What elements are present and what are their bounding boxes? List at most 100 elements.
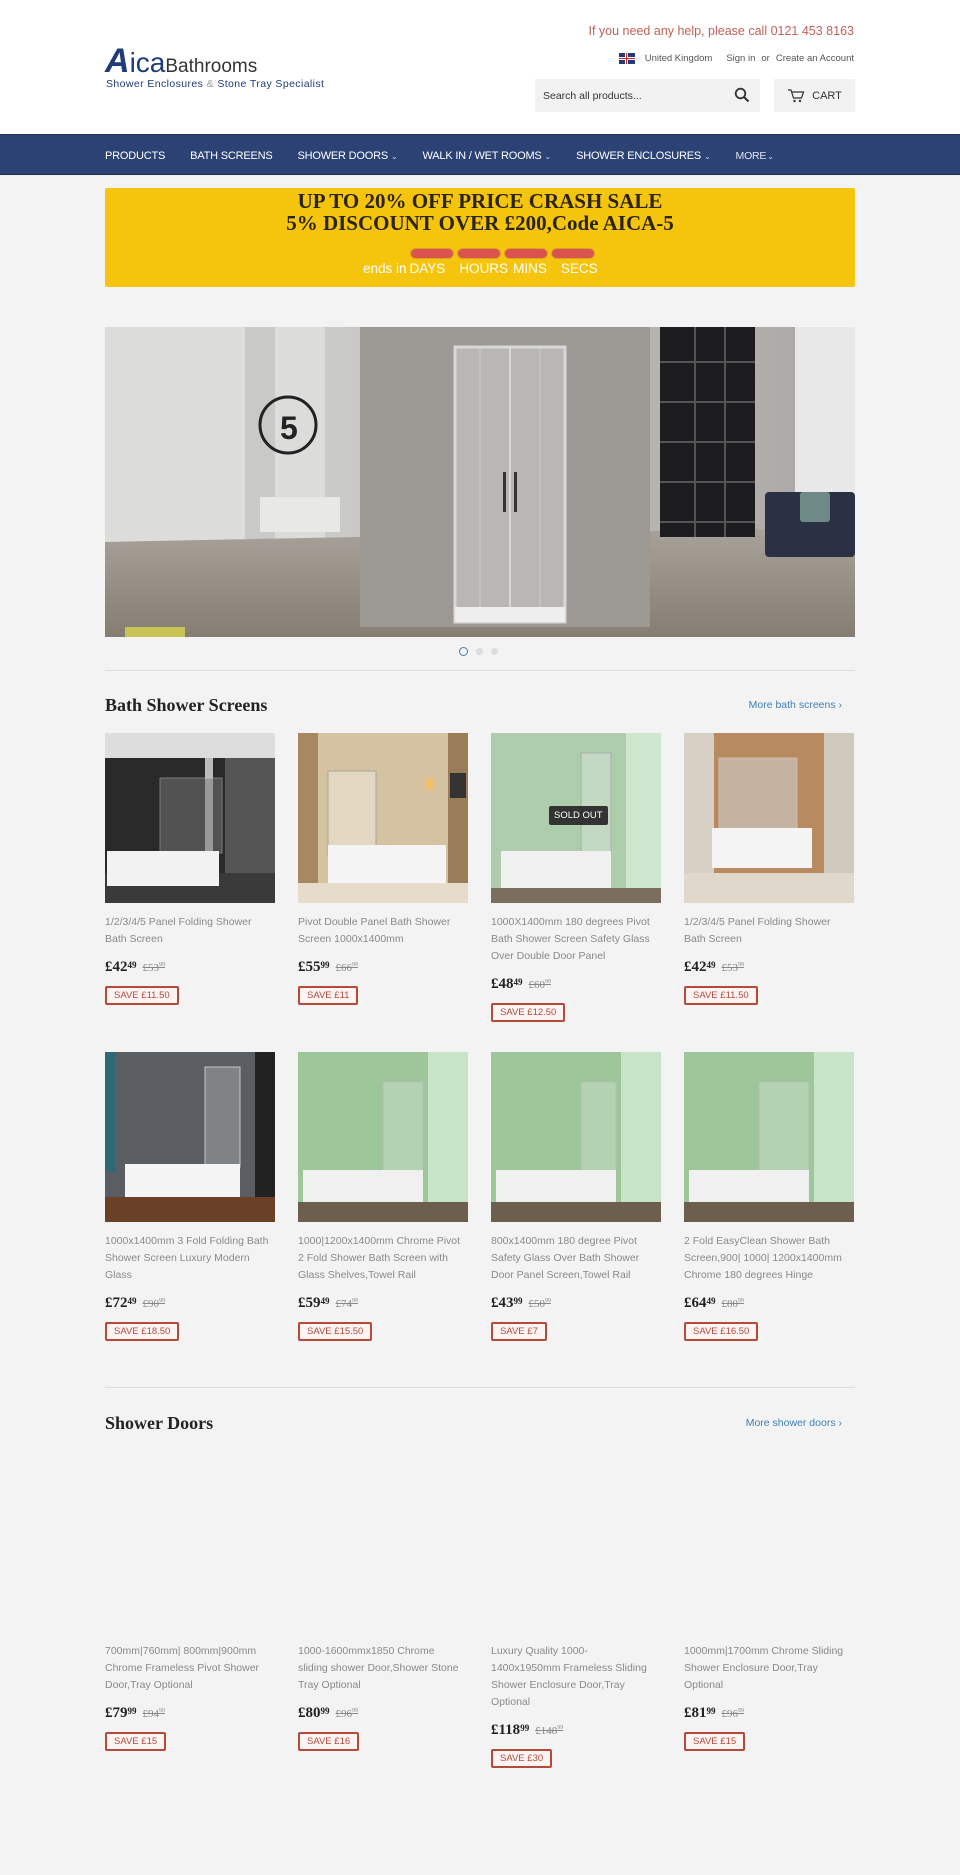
product-title[interactable]: 1000-1600mmx1850 Chrome sliding shower D… [298,1643,463,1694]
product-title[interactable]: 1/2/3/4/5 Panel Folding Shower Bath Scre… [684,914,849,948]
save-badge: SAVE £11.50 [684,986,758,1005]
product-card[interactable]: 1000mm|1700mm Chrome Sliding Shower Encl… [684,1462,854,1751]
product-card[interactable]: 1/2/3/4/5 Panel Folding Shower Bath Scre… [105,733,275,1005]
hero-slideshow[interactable]: 5 [105,327,855,637]
product-title[interactable]: Luxury Quality 1000-1400x1950mm Frameles… [491,1643,656,1711]
section-divider [105,1387,855,1388]
product-title[interactable]: 1000X1400mm 180 degrees Pivot Bath Showe… [491,914,656,965]
countdown-mins [504,248,548,259]
slide-dot-3[interactable] [491,648,498,655]
product-card[interactable]: Luxury Quality 1000-1400x1950mm Frameles… [491,1462,661,1768]
product-image[interactable] [491,1052,661,1222]
original-price: £9699 [335,1708,359,1720]
uk-flag-icon [618,53,635,64]
chevron-down-icon: ⌄ [390,151,398,161]
nav-item-shower-enclosures[interactable]: SHOWER ENCLOSURES ⌄ [576,150,711,162]
product-image[interactable] [105,1052,275,1222]
product-title[interactable]: 1000x1400mm 3 Fold Folding Bath Shower S… [105,1233,270,1284]
product-image[interactable] [684,733,854,903]
sale-price-cents: 49 [127,1296,137,1306]
product-title[interactable]: 1/2/3/4/5 Panel Folding Shower Bath Scre… [105,914,270,948]
sale-price: £81 [684,1705,707,1721]
cart-label: CART [812,89,842,102]
slide-dot-1[interactable] [459,647,468,656]
product-image[interactable] [684,1462,854,1632]
product-title[interactable]: 700mm|760mm| 800mm|900mm Chrome Frameles… [105,1643,270,1694]
search-icon[interactable] [734,87,750,103]
original-price: £6699 [335,962,359,974]
cart-button[interactable]: CART [774,79,855,112]
logo-wordmark: AicaBathrooms [105,42,258,80]
save-badge: SAVE £12.50 [491,1003,566,1022]
product-card[interactable]: 1000|1200x1400mm Chrome Pivot 2 Fold Sho… [298,1052,468,1341]
search-input[interactable] [535,89,725,102]
product-title[interactable]: 800x1400mm 180 degree Pivot Safety Glass… [491,1233,656,1284]
save-badge: SAVE £15 [684,1732,746,1751]
original-price: £14899 [535,1725,564,1737]
account-links: United Kingdom Sign in or Create an Acco… [618,53,854,64]
product-image[interactable] [684,1052,854,1222]
nav-item-more[interactable]: MORE⌄ [736,150,774,162]
product-title[interactable]: 2 Fold EasyClean Shower Bath Screen,900|… [684,1233,849,1284]
product-image[interactable] [298,1462,468,1632]
promo-banner[interactable]: UP TO 20% OFF PRICE CRASH SALE 5% DISCOU… [105,188,855,287]
sign-in-link[interactable]: Sign in [726,53,755,64]
product-card[interactable]: 1/2/3/4/5 Panel Folding Shower Bath Scre… [684,733,854,1005]
original-price: £9699 [721,1708,745,1720]
product-price: £80 99 £9699 [298,1705,468,1722]
sale-price-cents: 49 [706,1296,716,1306]
slide-dot-2[interactable] [476,648,483,655]
product-card[interactable]: 800x1400mm 180 degree Pivot Safety Glass… [491,1052,661,1341]
product-price: £72 49 £9099 [105,1295,275,1312]
hero-image: 5 [105,327,855,637]
product-card[interactable]: 1000x1400mm 3 Fold Folding Bath Shower S… [105,1052,275,1341]
countdown-days [410,248,454,259]
product-image[interactable] [298,733,468,903]
sale-price-cents: 99 [520,1723,530,1733]
countdown-hours [457,248,501,259]
product-card[interactable]: Pivot Double Panel Bath Shower Screen 10… [298,733,468,1005]
cart-icon [788,88,805,102]
product-title[interactable]: 1000|1200x1400mm Chrome Pivot 2 Fold Sho… [298,1233,463,1284]
create-account-link[interactable]: Create an Account [776,53,854,64]
country-selector[interactable]: United Kingdom [645,53,713,64]
site-header: AicaBathrooms Shower Enclosures & Stone … [0,0,960,134]
countdown-timer [410,248,595,259]
section-title-shower-doors: Shower Doors [105,1413,214,1433]
more-bath-screens-link[interactable]: More bath screens › [749,699,842,711]
product-title[interactable]: Pivot Double Panel Bath Shower Screen 10… [298,914,463,948]
product-card[interactable]: 1000-1600mmx1850 Chrome sliding shower D… [298,1462,468,1751]
product-image[interactable] [491,1462,661,1632]
product-price: £64 49 £8099 [684,1295,854,1312]
sale-price-cents: 49 [513,977,523,987]
sale-price-cents: 49 [320,1296,330,1306]
site-logo[interactable]: AicaBathrooms Shower Enclosures & Stone … [105,42,335,94]
save-badge: SAVE £11 [298,986,359,1005]
section-divider [105,670,855,671]
product-card[interactable]: 2 Fold EasyClean Shower Bath Screen,900|… [684,1052,854,1341]
original-price: £9099 [142,1298,166,1310]
nav-item-products[interactable]: PRODUCTS [105,150,165,162]
product-card[interactable]: SOLD OUT 1000X1400mm 180 degrees Pivot B… [491,733,661,1022]
product-image[interactable]: SOLD OUT [491,733,661,903]
nav-item-shower-doors[interactable]: SHOWER DOORS ⌄ [297,150,397,162]
nav-item-walk-in-wet-rooms[interactable]: WALK IN / WET ROOMS ⌄ [423,150,552,162]
product-image[interactable] [105,1462,275,1632]
product-card[interactable]: 700mm|760mm| 800mm|900mm Chrome Frameles… [105,1462,275,1751]
save-badge: SAVE £18.50 [105,1322,180,1341]
save-badge: SAVE £15 [105,1732,167,1751]
save-badge: SAVE £16.50 [684,1322,759,1341]
help-phone-text: If you need any help, please call 0121 4… [588,24,855,38]
product-title[interactable]: 1000mm|1700mm Chrome Sliding Shower Encl… [684,1643,849,1694]
original-price: £9499 [142,1708,166,1720]
nav-item-bath-screens[interactable]: BATH SCREENS [190,150,273,162]
original-price: £8099 [721,1298,745,1310]
svg-text:5: 5 [280,410,298,446]
more-shower-doors-link[interactable]: More shower doors › [746,1417,842,1429]
product-image[interactable] [298,1052,468,1222]
product-image[interactable] [105,733,275,903]
sale-price: £80 [298,1705,321,1721]
sale-price-cents: 99 [320,960,330,970]
product-price: £55 99 £6699 [298,959,468,976]
original-price: £6099 [528,979,552,991]
